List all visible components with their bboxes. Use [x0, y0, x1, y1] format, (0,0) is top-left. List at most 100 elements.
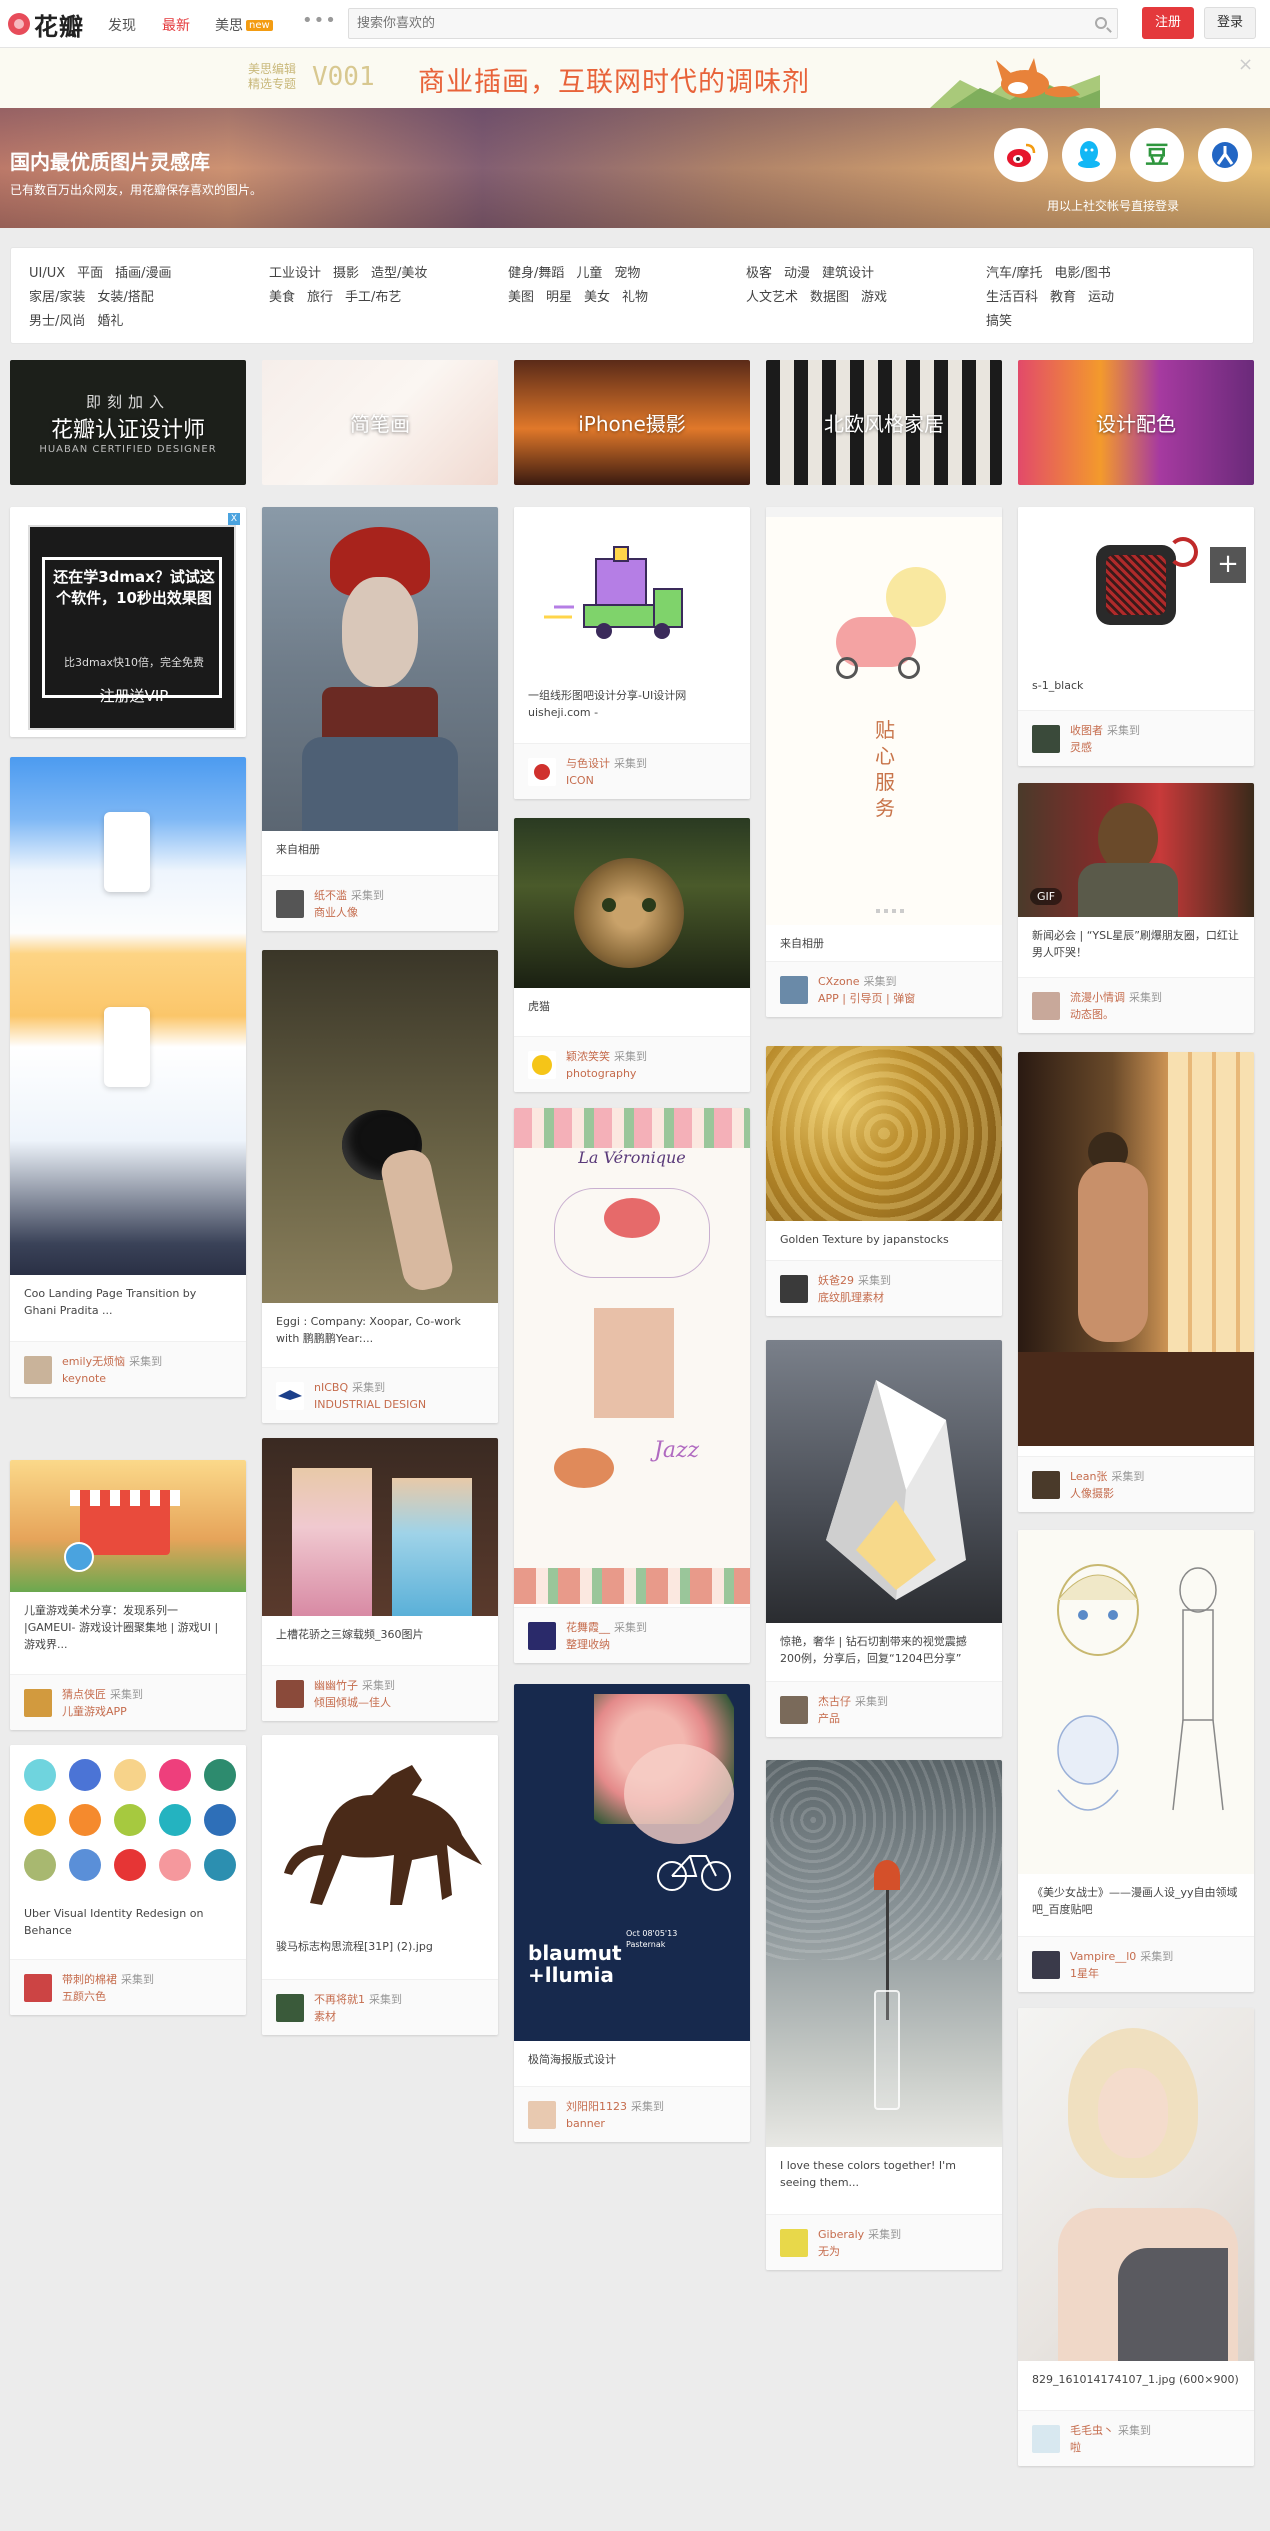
pin-card[interactable]: 上槽花骄之三嫁载频_360图片 幽幽竹子 采集到 倾国倾城—佳人 — [262, 1438, 498, 1721]
category-link[interactable]: 手工/布艺 — [345, 286, 401, 310]
pin-card[interactable]: 骏马标志构思流程[31P] (2).jpg 不再将就1 采集到 素材 — [262, 1735, 498, 2035]
pin-user[interactable]: 流漫小情调 — [1070, 991, 1125, 1004]
avatar[interactable] — [780, 2229, 808, 2257]
pin-board[interactable]: INDUSTRIAL DESIGN — [314, 1397, 426, 1413]
pin-card[interactable]: 《美少女战士》——漫画人设_yy自由领域吧_百度贴吧 Vampire__l0 采集… — [1018, 1530, 1254, 1992]
pin-user[interactable]: 收图者 — [1070, 724, 1103, 737]
avatar[interactable] — [24, 1974, 52, 2002]
category-link[interactable]: 电影/图书 — [1054, 262, 1110, 286]
category-link[interactable]: 美图 — [508, 286, 534, 310]
category-link[interactable]: 美女 — [584, 286, 610, 310]
search-icon[interactable] — [1095, 17, 1107, 29]
pin-board[interactable]: banner — [566, 2116, 605, 2132]
pin-user[interactable]: emily无烦恼 — [62, 1355, 125, 1368]
logo[interactable]: 花瓣 — [8, 8, 84, 41]
pin-board[interactable]: photography — [566, 1066, 636, 1082]
pin-board[interactable]: 啦 — [1070, 2440, 1081, 2456]
category-link[interactable]: 宠物 — [614, 262, 640, 286]
category-link[interactable]: 游戏 — [861, 286, 887, 310]
pin-board[interactable]: 人像摄影 — [1070, 1486, 1114, 1502]
category-link[interactable]: 女装/搭配 — [97, 286, 153, 310]
category-link[interactable]: 摄影 — [333, 262, 359, 286]
avatar[interactable] — [1032, 2425, 1060, 2453]
category-link[interactable]: 婚礼 — [97, 310, 123, 334]
pin-board[interactable]: 动态图。 — [1070, 1007, 1114, 1023]
promo-strip[interactable]: 美思编辑 精选专题 V001 商业插画，互联网时代的调味剂 × — [0, 48, 1270, 108]
pin-user[interactable]: nICBQ — [314, 1381, 348, 1394]
pin-board[interactable]: APP | 引导页 | 弹窗 — [818, 991, 915, 1007]
pin-user[interactable]: 杰古仔 — [818, 1695, 851, 1708]
pin-card[interactable]: Eggi : Company: Xoopar, Co-work with 鹏鹏鹏… — [262, 950, 498, 1423]
pin-user[interactable]: Vampire__l0 — [1070, 1950, 1136, 1963]
pin-card[interactable]: GIF 新闻必会 | “YSL星辰”刷爆朋友圈，口红让男人吓哭！ 流漫小情调 采集… — [1018, 783, 1254, 1033]
category-link[interactable]: 搞笑 — [986, 310, 1012, 334]
category-link[interactable]: 生活百科 — [986, 286, 1038, 310]
pin-board[interactable]: 素材 — [314, 2009, 336, 2025]
ad-cta[interactable]: 注册送VIP — [50, 685, 218, 706]
avatar[interactable] — [780, 976, 808, 1004]
pin-board[interactable]: 儿童游戏APP — [62, 1704, 127, 1720]
pin-user[interactable]: Lean张 — [1070, 1470, 1107, 1483]
category-link[interactable]: 健身/舞蹈 — [508, 262, 564, 286]
category-link[interactable]: 明星 — [546, 286, 572, 310]
search-input[interactable] — [349, 9, 1079, 38]
pin-board[interactable]: 1星年 — [1070, 1966, 1099, 1982]
category-link[interactable]: 礼物 — [622, 286, 648, 310]
login-button[interactable]: 登录 — [1204, 7, 1256, 39]
avatar[interactable] — [276, 1382, 304, 1410]
category-link[interactable]: 建筑设计 — [822, 262, 874, 286]
pin-user[interactable]: 花舞霞__ — [566, 1621, 610, 1634]
pin-card[interactable]: Uber Visual Identity Redesign on Behance… — [10, 1745, 246, 2015]
avatar[interactable] — [528, 1051, 556, 1079]
nav-latest[interactable]: 最新 — [162, 15, 190, 35]
pin-board[interactable]: 整理收纳 — [566, 1637, 610, 1653]
pin-user[interactable]: 颖浓笑笑 — [566, 1050, 610, 1063]
avatar[interactable] — [780, 1696, 808, 1724]
avatar[interactable] — [780, 1275, 808, 1303]
tile-sketch[interactable]: 简笔画 — [262, 360, 498, 485]
pin-card[interactable]: 一组线形图吧设计分享-UI设计网 uisheji.com - 与色设计 采集到 I… — [514, 507, 750, 799]
avatar[interactable] — [276, 1994, 304, 2022]
signup-button[interactable]: 注册 — [1142, 7, 1194, 39]
ad-card[interactable]: 还在学3dmax？试试这个软件，10秒出效果图 比3dmax快10倍，完全免费 … — [10, 507, 246, 737]
pin-user[interactable]: 纸不滥 — [314, 889, 347, 902]
pin-user[interactable]: CXzone — [818, 975, 859, 988]
category-link[interactable]: 汽车/摩托 — [986, 262, 1042, 286]
pin-user[interactable]: Giberaly — [818, 2228, 864, 2241]
pin-card[interactable]: 儿童游戏美术分享：发现系列一 |GAMEUI- 游戏设计圈聚集地 | 游戏UI … — [10, 1460, 246, 1730]
avatar[interactable] — [528, 1622, 556, 1650]
avatar[interactable] — [1032, 1951, 1060, 1979]
pin-user[interactable]: 妖爸29 — [818, 1274, 854, 1287]
pin-card[interactable]: 虎猫 颖浓笑笑 采集到 photography — [514, 818, 750, 1092]
category-link[interactable]: 数据图 — [810, 286, 849, 310]
category-link[interactable]: UI/UX — [29, 262, 65, 286]
avatar[interactable] — [528, 2101, 556, 2129]
pin-board[interactable]: 五颜六色 — [62, 1989, 106, 2005]
avatar[interactable] — [24, 1689, 52, 1717]
tile-design-color[interactable]: 设计配色 — [1018, 360, 1254, 485]
pin-board[interactable]: 底纹肌理素材 — [818, 1290, 884, 1306]
category-link[interactable]: 造型/美妆 — [371, 262, 427, 286]
category-link[interactable]: 男士/风尚 — [29, 310, 85, 334]
pin-card[interactable]: 贴心服务 来自相册 CXzone 采集到 APP | 引导页 | 弹窗 — [766, 507, 1002, 1017]
pin-card[interactable]: 惊艳，奢华 | 钻石切割带来的视觉震撼 200例，分享后，回复“1204巴分享”… — [766, 1340, 1002, 1737]
pin-user[interactable]: 带刺的棉裙 — [62, 1973, 117, 1986]
pin-board[interactable]: ICON — [566, 773, 594, 789]
ad-close-icon[interactable]: X — [228, 513, 240, 525]
pin-board[interactable]: 倾国倾城—佳人 — [314, 1695, 391, 1711]
avatar[interactable] — [24, 1356, 52, 1384]
more-menu-icon[interactable]: ••• — [302, 10, 337, 31]
tile-nordic-home[interactable]: 北欧风格家居 — [766, 360, 1002, 485]
pin-user[interactable]: 刘阳阳1123 — [566, 2100, 627, 2113]
pin-user[interactable]: 与色设计 — [566, 757, 610, 770]
pin-board[interactable]: 产品 — [818, 1711, 840, 1727]
avatar[interactable] — [276, 1680, 304, 1708]
category-link[interactable]: 人文艺术 — [746, 286, 798, 310]
pin-card[interactable]: 来自相册 纸不滥 采集到 商业人像 — [262, 507, 498, 931]
pin-card[interactable]: Lean张 采集到 人像摄影 — [1018, 1052, 1254, 1512]
category-link[interactable]: 极客 — [746, 262, 772, 286]
pin-user[interactable]: 幽幽竹子 — [314, 1679, 358, 1692]
nav-meisi[interactable]: 美思 new — [215, 15, 273, 35]
plus-icon[interactable]: + — [1210, 547, 1246, 583]
weibo-icon[interactable] — [994, 128, 1048, 182]
